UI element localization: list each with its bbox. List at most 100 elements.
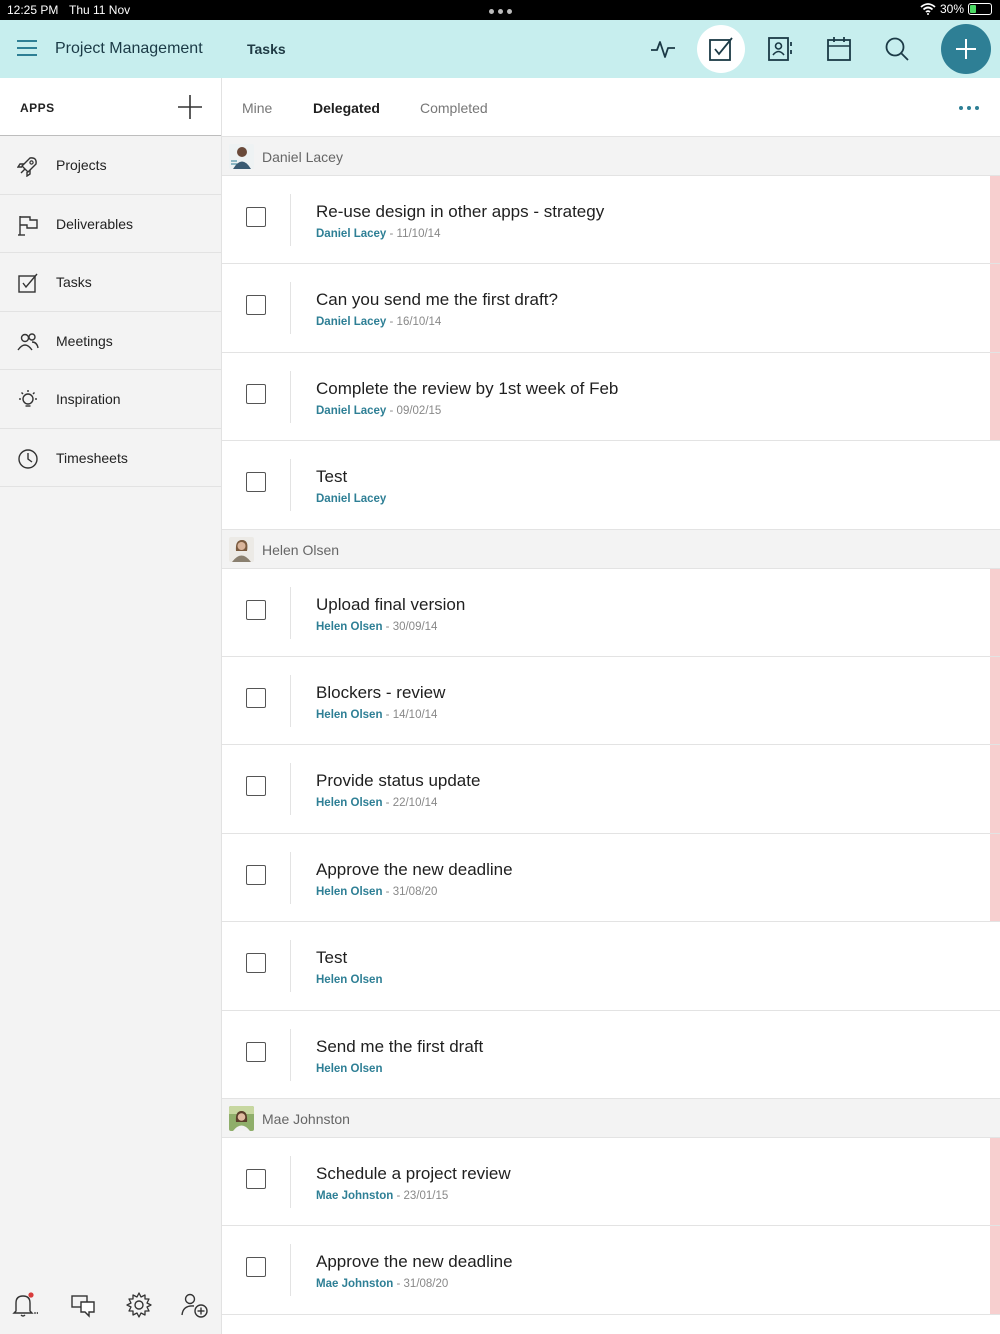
- sidebar-item-label: Inspiration: [56, 391, 121, 407]
- sidebar-item-projects[interactable]: Projects: [0, 136, 221, 195]
- task-title: Schedule a project review: [316, 1163, 511, 1183]
- task-meta: Helen Olsen - 30/09/14: [316, 621, 437, 633]
- checkbox-icon: [18, 273, 38, 293]
- add-app-icon[interactable]: [177, 94, 203, 120]
- task-checkbox[interactable]: [246, 1041, 266, 1062]
- apps-header: APPS: [0, 78, 221, 136]
- task-title: Re-use design in other apps - strategy: [316, 202, 605, 221]
- task-row[interactable]: Test Helen Olsen: [222, 922, 1000, 1011]
- group-header: Helen Olsen: [222, 529, 1000, 569]
- task-meta: Helen Olsen: [316, 974, 382, 986]
- task-meta: Helen Olsen: [316, 1063, 382, 1075]
- search-icon[interactable]: [877, 29, 917, 69]
- more-options-icon[interactable]: [959, 106, 979, 110]
- battery-icon: [968, 3, 992, 15]
- task-row[interactable]: Complete the review by 1st week of Feb D…: [222, 352, 1000, 442]
- task-row[interactable]: Approve the new deadline Helen Olsen - 3…: [222, 833, 1000, 923]
- flag-icon: [18, 215, 38, 236]
- calendar-icon[interactable]: [819, 29, 859, 69]
- group-name: Daniel Lacey: [262, 149, 343, 165]
- tab-mine[interactable]: Mine: [242, 100, 272, 116]
- task-meta: Mae Johnston - 31/08/20: [316, 1278, 448, 1290]
- task-checkbox[interactable]: [246, 207, 266, 227]
- tab-delegated[interactable]: Delegated: [313, 100, 380, 116]
- add-person-icon[interactable]: [181, 1291, 209, 1319]
- group-name: Mae Johnston: [262, 1110, 350, 1127]
- task-date: - 11/10/14: [386, 228, 441, 240]
- task-row[interactable]: Schedule a project review Mae Johnston -…: [222, 1137, 1000, 1227]
- sidebar-item-label: Timesheets: [56, 449, 128, 466]
- status-right: 30%: [920, 2, 992, 16]
- sidebar-item-tasks[interactable]: Tasks: [0, 253, 221, 312]
- sidebar-item-timesheets[interactable]: Timesheets: [0, 429, 221, 487]
- task-date: - 09/02/15: [386, 404, 442, 417]
- lightbulb-icon: [19, 390, 37, 407]
- group-header: Daniel Lacey: [222, 137, 1000, 176]
- task-row[interactable]: Upload final version Helen Olsen - 30/09…: [222, 568, 1000, 657]
- task-meta: Helen Olsen - 31/08/20: [316, 886, 437, 898]
- task-meta: Helen Olsen - 22/10/14: [316, 797, 437, 809]
- task-checkbox[interactable]: [246, 599, 266, 620]
- task-title: Test: [316, 948, 348, 968]
- sidebar-item-label: Meetings: [56, 332, 113, 349]
- task-assignee: Helen Olsen: [316, 620, 383, 633]
- app-title: Project Management: [55, 40, 203, 57]
- multitasking-dots[interactable]: [489, 9, 512, 14]
- task-assignee: Mae Johnston: [316, 1278, 394, 1291]
- task-checkbox[interactable]: [246, 953, 266, 974]
- task-checkbox[interactable]: [246, 776, 266, 797]
- task-assignee: Helen Olsen: [316, 708, 383, 721]
- task-row[interactable]: Can you send me the first draft? Daniel …: [222, 264, 1000, 353]
- task-checkbox[interactable]: [246, 472, 266, 493]
- task-checkbox[interactable]: [246, 864, 266, 885]
- task-checkbox[interactable]: [246, 295, 266, 316]
- people-icon: [17, 332, 39, 350]
- task-title: Approve the new deadline: [316, 859, 513, 879]
- task-checkbox[interactable]: [246, 1257, 266, 1278]
- task-assignee: Daniel Lacey: [316, 316, 387, 329]
- task-row[interactable]: Test Daniel Lacey: [222, 441, 1000, 530]
- sidebar-item-deliverables[interactable]: Deliverables: [0, 195, 221, 253]
- task-row[interactable]: Send me the first draft Helen Olsen: [222, 1010, 1000, 1099]
- avatar: [229, 144, 254, 169]
- contacts-icon[interactable]: [760, 29, 800, 69]
- tab-completed[interactable]: Completed: [420, 100, 488, 116]
- rocket-icon: [17, 157, 37, 177]
- activity-icon[interactable]: [643, 29, 683, 69]
- status-date: Thu 11 Nov: [69, 3, 131, 17]
- task-checkbox[interactable]: [246, 1168, 266, 1189]
- task-meta: Daniel Lacey - 09/02/15: [316, 405, 441, 417]
- task-meta: Daniel Lacey: [316, 493, 386, 505]
- chat-icon[interactable]: [69, 1291, 97, 1319]
- task-assignee: Helen Olsen: [316, 1062, 383, 1075]
- task-row[interactable]: Re-use design in other apps - strategy D…: [222, 176, 1000, 265]
- task-title: Send me the first draft: [316, 1036, 484, 1056]
- sidebar-item-meetings[interactable]: Meetings: [0, 312, 221, 370]
- sidebar: APPS Projects Deliverables Tasks Meeting…: [0, 78, 222, 1334]
- sidebar-item-inspiration[interactable]: Inspiration: [0, 370, 221, 429]
- task-title: Test: [316, 467, 348, 487]
- task-date: - 30/09/14: [382, 620, 438, 633]
- task-title: Upload final version: [316, 594, 466, 614]
- task-checkbox[interactable]: [246, 687, 266, 708]
- plus-icon: [956, 39, 976, 59]
- task-tabs: Mine Delegated Completed: [222, 78, 1000, 137]
- task-meta: Mae Johnston - 23/01/15: [316, 1190, 448, 1202]
- status-bar: 12:25 PM Thu 11 Nov 30%: [0, 0, 1000, 20]
- tasks-icon[interactable]: [697, 25, 745, 73]
- task-title: Can you send me the first draft?: [316, 290, 558, 310]
- hamburger-menu-icon[interactable]: [17, 40, 37, 61]
- task-row[interactable]: Blockers - review Helen Olsen - 14/10/14: [222, 656, 1000, 746]
- add-button[interactable]: [941, 24, 991, 74]
- task-assignee: Helen Olsen: [316, 797, 383, 810]
- task-row[interactable]: Provide status update Helen Olsen - 22/1…: [222, 745, 1000, 834]
- task-date: - 23/01/15: [393, 1189, 449, 1202]
- task-title: Approve the new deadline: [316, 1252, 513, 1272]
- task-assignee: Helen Olsen: [316, 974, 383, 987]
- avatar: [229, 1105, 254, 1131]
- task-row[interactable]: Approve the new deadline Mae Johnston - …: [222, 1226, 1000, 1315]
- task-checkbox[interactable]: [246, 383, 266, 404]
- task-assignee: Daniel Lacey: [316, 228, 387, 240]
- settings-icon[interactable]: [125, 1291, 153, 1319]
- bell-icon[interactable]: [10, 1291, 38, 1319]
